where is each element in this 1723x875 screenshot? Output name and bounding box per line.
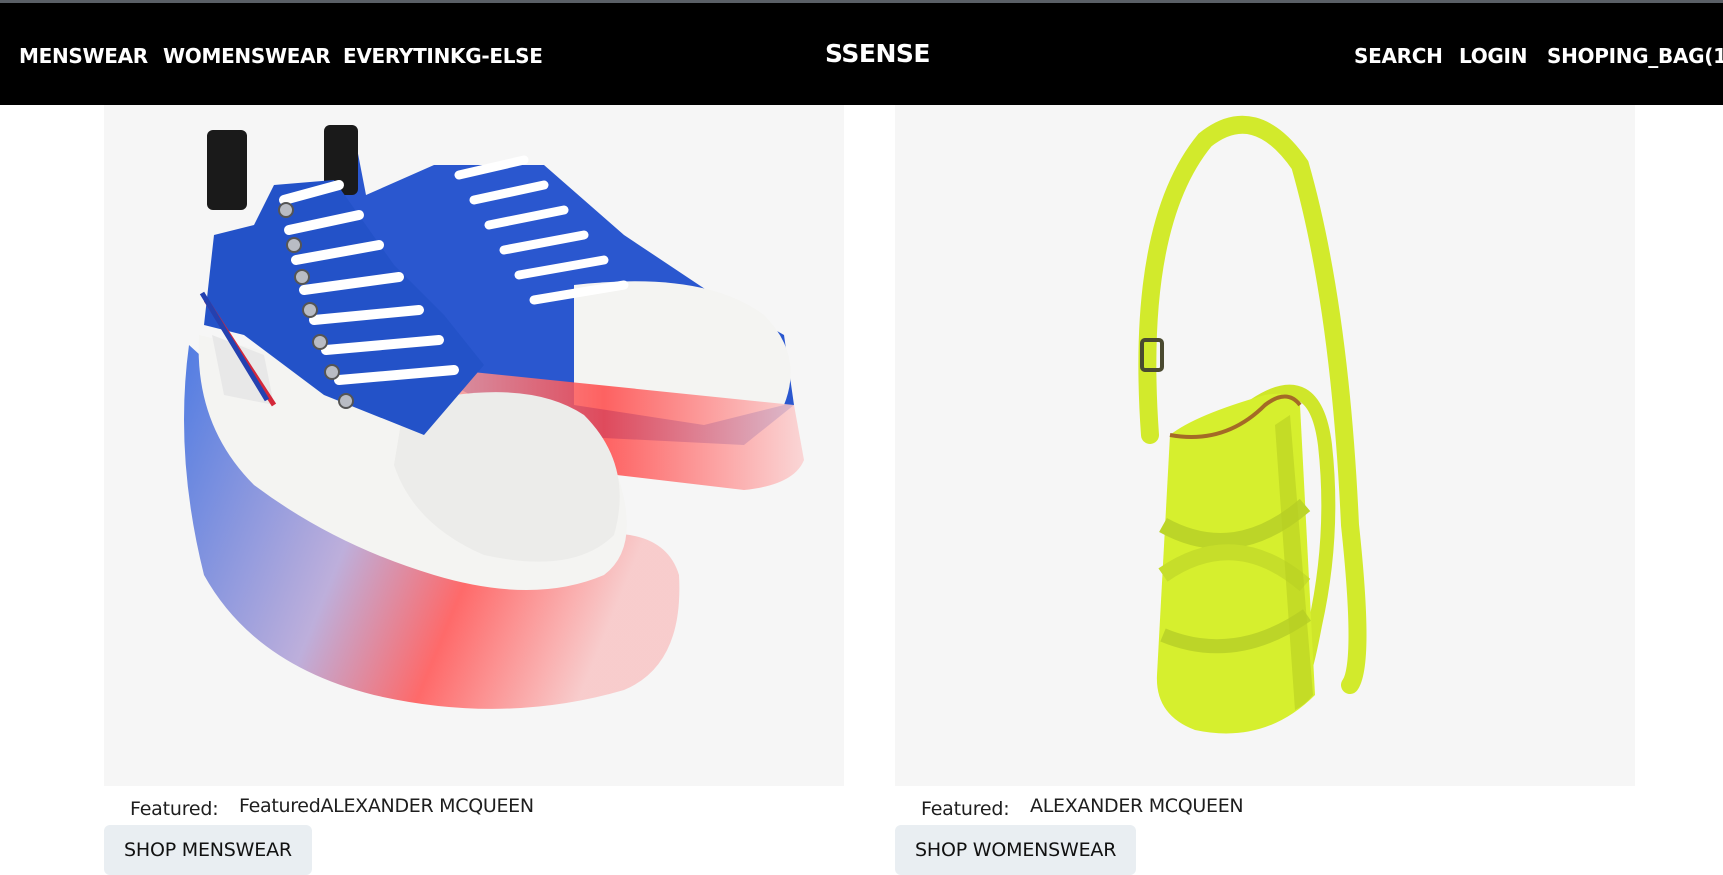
featured-label: Featured: xyxy=(130,798,219,820)
sneaker-image xyxy=(184,125,804,709)
nav-link-shopping-bag[interactable]: SHOPING_BAG(1) xyxy=(1547,43,1723,69)
nav-link-search[interactable]: SEARCH xyxy=(1354,43,1443,69)
product-image-sneakers[interactable] xyxy=(104,105,844,786)
top-navbar: MENSWEAR WOMENSWEAR EVERYTINKG-ELSE SSEN… xyxy=(0,3,1723,105)
product-image-bag[interactable] xyxy=(895,105,1635,786)
featured-label: Featured: xyxy=(921,798,1010,820)
nav-link-login[interactable]: LOGIN xyxy=(1459,43,1527,69)
featured-brand: ALEXANDER MCQUEEN xyxy=(1030,795,1244,817)
nav-link-everything-else[interactable]: EVERYTINKG-ELSE xyxy=(343,43,543,69)
brand-logo[interactable]: SSENSE xyxy=(825,39,930,69)
shop-womenswear-button[interactable]: SHOP WOMENSWEAR xyxy=(895,825,1137,875)
nav-link-womenswear[interactable]: WOMENSWEAR xyxy=(163,43,331,69)
nav-link-menswear[interactable]: MENSWEAR xyxy=(19,43,148,69)
featured-brand: FeaturedALEXANDER MCQUEEN xyxy=(239,795,534,817)
bag-image xyxy=(1138,115,1367,734)
shop-menswear-button[interactable]: SHOP MENSWEAR xyxy=(104,825,312,875)
